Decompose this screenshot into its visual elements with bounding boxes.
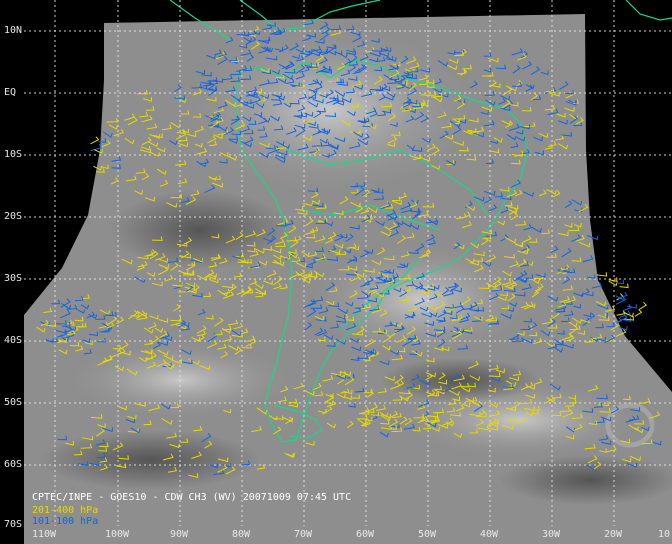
wind-barb: [90, 136, 100, 145]
lon-label-10w: 10: [658, 529, 671, 540]
lon-label-90w: 90W: [170, 529, 189, 540]
lat-label-10n: 10N: [4, 25, 23, 36]
lat-label-40s: 40S: [4, 335, 23, 346]
lon-label-70w: 70W: [294, 529, 313, 540]
lat-label-50s: 50S: [4, 397, 23, 408]
map-caption: CPTEC/INPE - GOES10 - CDW CH3 (WV) 20071…: [32, 492, 352, 503]
lat-label-20s: 20S: [4, 211, 23, 222]
lat-label-70s: 70S: [4, 519, 23, 530]
wind-barb: [638, 301, 648, 310]
lat-label-30s: 30S: [4, 273, 23, 284]
lon-label-80w: 80W: [232, 529, 251, 540]
wind-barb: [622, 304, 632, 312]
wind-barb: [608, 280, 618, 287]
satellite-map: 10N EQ 10S 20S 30S 40S 50S 60S 70S 110W …: [0, 0, 672, 544]
lon-label-50w: 50W: [418, 529, 437, 540]
lat-label-10s: 10S: [4, 149, 23, 160]
lon-label-100w: 100W: [105, 529, 130, 540]
lat-label-60s: 60S: [4, 459, 23, 470]
lon-label-40w: 40W: [480, 529, 499, 540]
wind-barb: [596, 272, 608, 277]
wind-vector-map: [24, 0, 672, 544]
lon-label-30w: 30W: [542, 529, 561, 540]
lon-label-20w: 20W: [604, 529, 623, 540]
lon-label-60w: 60W: [356, 529, 375, 540]
legend-upper-level: 201-400 hPa: [32, 505, 99, 516]
lon-label-110w: 110W: [32, 529, 57, 540]
wind-barb: [634, 309, 643, 317]
legend-lower-level: 101-100 hPa: [32, 516, 99, 527]
wind-barb: [90, 144, 102, 152]
lat-label-eq: EQ: [4, 87, 17, 98]
